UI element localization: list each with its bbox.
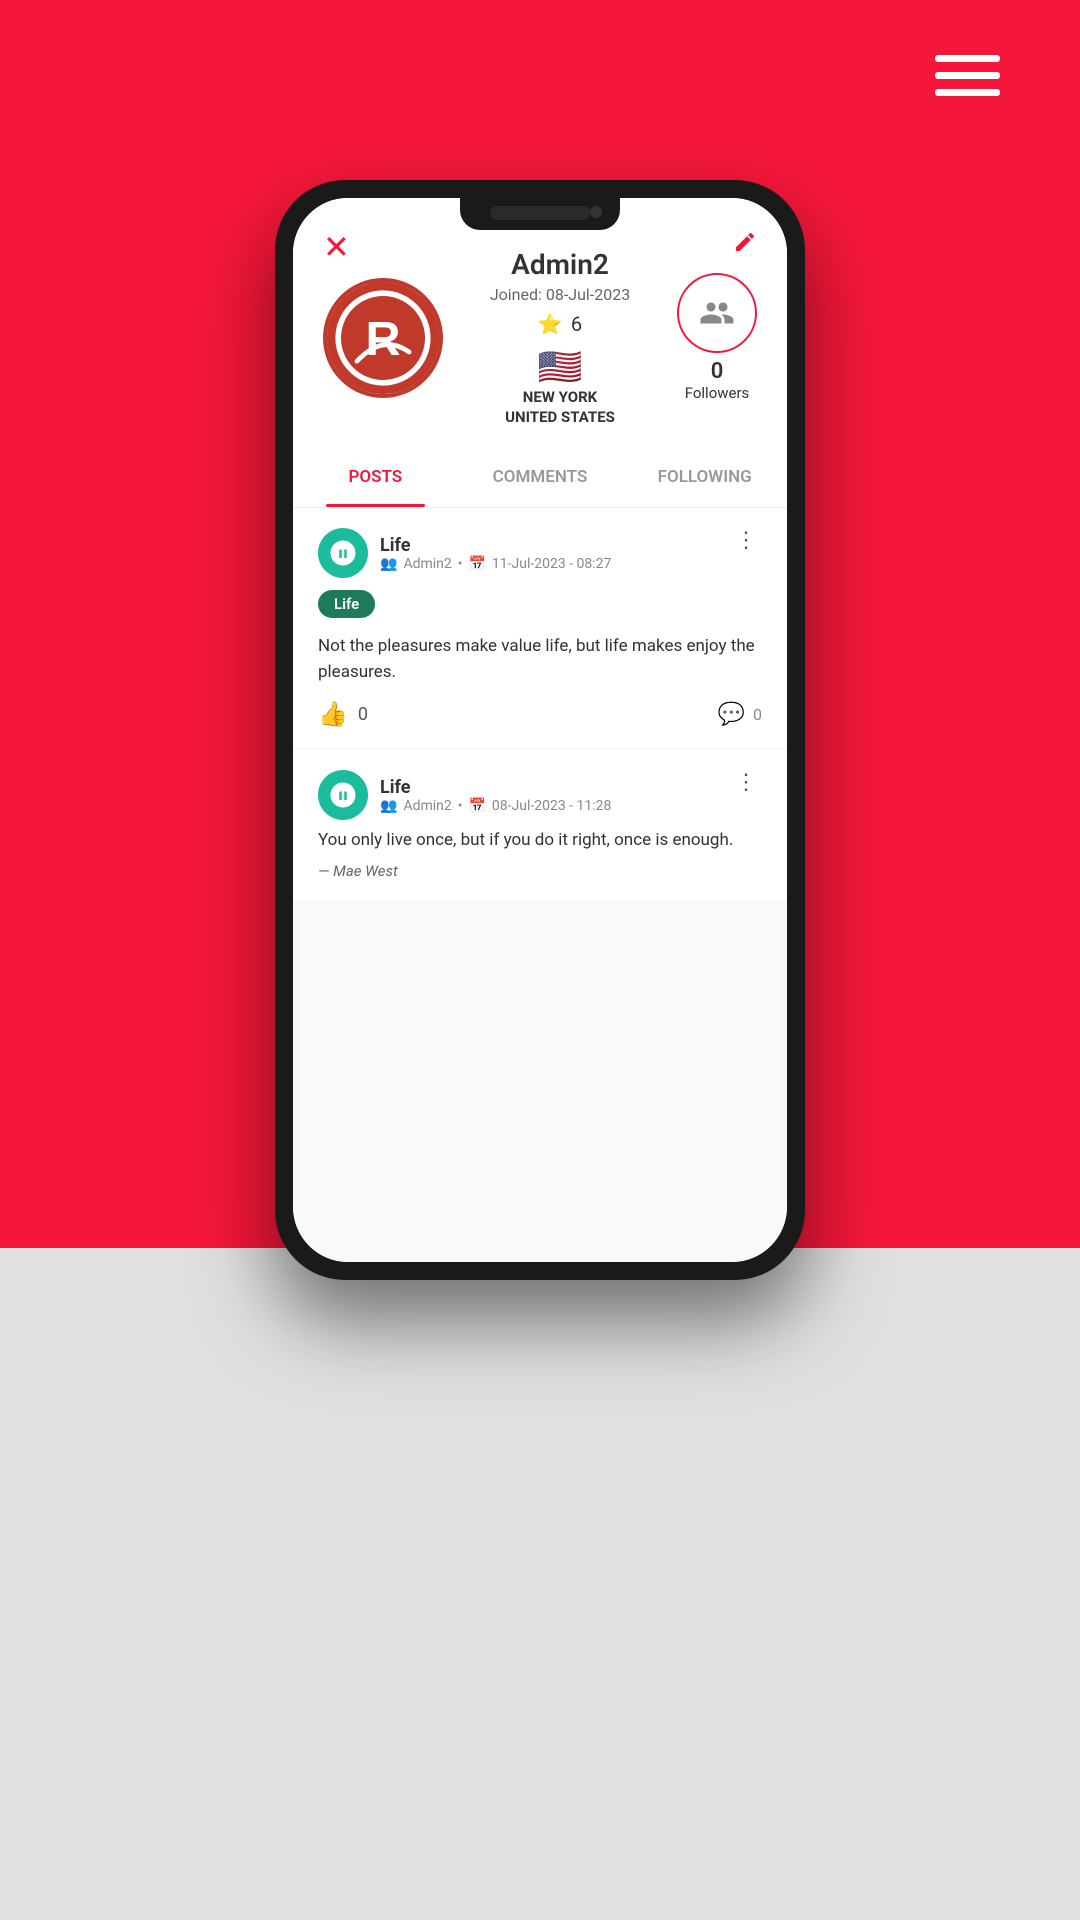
followers-icon	[699, 295, 735, 331]
hamburger-line-3	[935, 89, 1000, 96]
post-date-separator-2: •	[458, 798, 463, 814]
post-avatar	[318, 528, 368, 578]
avatar-svg: R	[327, 282, 439, 394]
edit-icon	[733, 230, 757, 254]
followers-label: Followers	[685, 384, 750, 402]
tab-following[interactable]: FOLLOWING	[622, 447, 787, 507]
like-icon[interactable]: 👍	[318, 700, 348, 728]
phone-camera	[590, 206, 602, 218]
hamburger-line-2	[935, 72, 1000, 79]
like-section: 👍 0	[318, 700, 368, 728]
post-date-icon-2: 📅	[468, 798, 485, 814]
screen-content: ✕	[293, 198, 787, 1262]
profile-section: ✕	[293, 198, 787, 447]
phone-speaker	[490, 206, 590, 220]
post-meta: Life 👥 Admin2 • 📅 11-Jul-2023 - 08:27	[380, 535, 611, 572]
post-header: Life 👥 Admin2 • 📅 11-Jul-2023 - 08:27	[318, 528, 762, 578]
post-date: 11-Jul-2023 - 08:27	[492, 556, 611, 572]
post-more-button-2[interactable]: ⋮	[730, 770, 762, 795]
posts-list: Life 👥 Admin2 • 📅 11-Jul-2023 - 08:27	[293, 508, 787, 1262]
post-meta-2: Life 👥 Admin2 • 📅 08-Jul-2023 - 11:28	[380, 777, 611, 814]
post-tag-1: Life	[318, 590, 375, 618]
post-author-2: Admin2	[403, 798, 451, 814]
tab-posts[interactable]: POSTS	[293, 447, 458, 507]
post-header-left: Life 👥 Admin2 • 📅 11-Jul-2023 - 08:27	[318, 528, 611, 578]
tabs-container: POSTS COMMENTS FOLLOWING	[293, 447, 787, 508]
comment-count: 0	[753, 705, 762, 724]
country-flag: 🇺🇸	[538, 346, 583, 388]
profile-info-row: R Admin2 Joined: 08-Jul-2023 ⭐	[323, 248, 757, 427]
phone-screen: ✕	[293, 198, 787, 1262]
post-title-2: Life	[380, 777, 611, 798]
post-title: Life	[380, 535, 611, 556]
post-text: Not the pleasures make value life, but l…	[318, 634, 762, 685]
tab-comments[interactable]: COMMENTS	[458, 447, 623, 507]
post-avatar-icon-2	[328, 780, 358, 810]
rating-number: 6	[571, 312, 582, 336]
post-more-button[interactable]: ⋮	[730, 528, 762, 553]
phone-outer-shell: ✕	[275, 180, 805, 1280]
joined-date: Joined: 08-Jul-2023	[490, 285, 630, 304]
post-author: Admin2	[403, 556, 451, 572]
phone-mockup: ✕	[275, 180, 805, 1280]
avatar-inner: R	[327, 282, 439, 394]
post-date-icon: 📅	[468, 556, 485, 572]
followers-icon-circle	[677, 273, 757, 353]
rating-row: ⭐ 6	[538, 312, 582, 336]
location-section: 🇺🇸 NEW YORK UNITED STATES	[505, 346, 615, 427]
comment-icon: 💬	[718, 702, 745, 727]
post-author-icon-2: 👥	[380, 798, 397, 814]
post-author-icon: 👥	[380, 556, 397, 572]
svg-text:R: R	[365, 311, 400, 365]
location-line1: NEW YORK	[505, 388, 615, 408]
list-item: Life 👥 Admin2 • 📅 11-Jul-2023 - 08:27	[293, 508, 787, 748]
edit-button[interactable]	[733, 228, 757, 261]
post-text-2: You only live once, but if you do it rig…	[318, 828, 762, 854]
star-icon: ⭐	[538, 312, 563, 336]
hamburger-line-1	[935, 55, 1000, 62]
followers-section[interactable]: 0 Followers	[677, 273, 757, 402]
avatar: R	[323, 278, 443, 398]
post-footer: 👍 0 💬 0	[318, 700, 762, 728]
post-header-2: Life 👥 Admin2 • 📅 08-Jul-2023 - 11:28	[318, 770, 762, 820]
post-avatar-icon	[328, 538, 358, 568]
post-quote: — Mae West	[318, 862, 762, 880]
hamburger-menu-button[interactable]	[935, 55, 1000, 96]
post-date-2: 08-Jul-2023 - 11:28	[492, 798, 611, 814]
post-author-date: 👥 Admin2 • 📅 11-Jul-2023 - 08:27	[380, 556, 611, 572]
followers-count: 0	[711, 359, 724, 384]
list-item: Life 👥 Admin2 • 📅 08-Jul-2023 - 11:28	[293, 750, 787, 900]
location-text: NEW YORK UNITED STATES	[505, 388, 615, 427]
location-line2: UNITED STATES	[505, 408, 615, 428]
post-date-separator: •	[458, 556, 463, 572]
like-count: 0	[358, 704, 368, 725]
close-button[interactable]: ✕	[323, 228, 350, 266]
username: Admin2	[511, 248, 609, 281]
comment-section[interactable]: 💬 0	[718, 702, 762, 727]
post-avatar-2	[318, 770, 368, 820]
post-header-left-2: Life 👥 Admin2 • 📅 08-Jul-2023 - 11:28	[318, 770, 611, 820]
profile-center: Admin2 Joined: 08-Jul-2023 ⭐ 6 🇺🇸 NEW YO…	[463, 248, 657, 427]
post-author-date-2: 👥 Admin2 • 📅 08-Jul-2023 - 11:28	[380, 798, 611, 814]
